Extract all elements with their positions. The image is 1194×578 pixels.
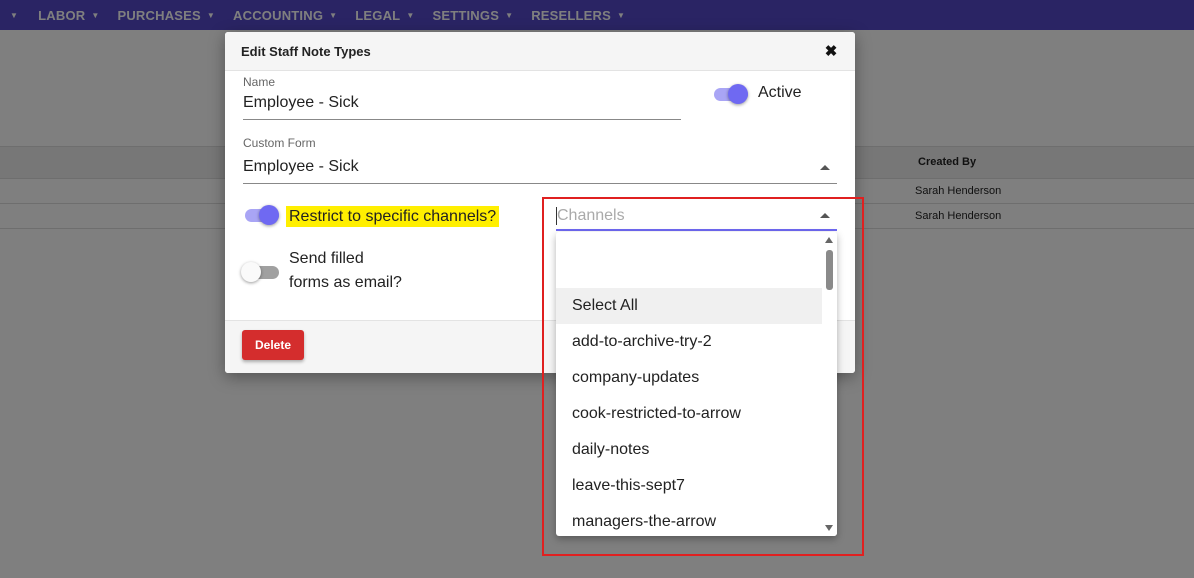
restrict-channels-label-text: Restrict to specific channels? — [286, 206, 500, 227]
channels-select[interactable]: Channels — [556, 200, 837, 231]
active-label: Active — [758, 84, 802, 101]
restrict-channels-label: Restrict to specific channels? — [286, 206, 500, 227]
send-email-label-line1: Send filled — [289, 250, 364, 267]
toggle-thumb — [241, 262, 261, 282]
dropdown-search-area[interactable] — [556, 232, 837, 288]
dropdown-option[interactable]: cook-restricted-to-arrow — [556, 396, 822, 432]
dropdown-option[interactable]: company-updates — [556, 360, 822, 396]
custom-form-label: Custom Form — [243, 136, 316, 150]
scroll-down-arrow-icon[interactable] — [825, 525, 833, 531]
custom-form-underline — [243, 183, 837, 184]
scroll-up-arrow-icon[interactable] — [825, 237, 833, 243]
channels-dropdown: Select All add-to-archive-try-2 company-… — [556, 232, 837, 536]
dropdown-option[interactable]: daily-notes — [556, 432, 822, 468]
custom-form-select[interactable]: Employee - Sick — [243, 158, 359, 176]
toggle-thumb — [728, 84, 748, 104]
chevron-up-icon[interactable] — [820, 213, 830, 218]
send-email-label-line2: forms as email? — [289, 274, 402, 291]
send-email-toggle[interactable] — [241, 261, 279, 283]
delete-button[interactable]: Delete — [242, 330, 304, 360]
name-label: Name — [243, 75, 276, 89]
modal-title: Edit Staff Note Types — [241, 43, 371, 59]
dropdown-option[interactable]: add-to-archive-try-2 — [556, 324, 822, 360]
dropdown-option[interactable]: managers-the-arrow — [556, 504, 822, 536]
dropdown-scrollbar[interactable] — [822, 232, 837, 536]
dropdown-option-select-all[interactable]: Select All — [556, 288, 822, 324]
chevron-up-icon[interactable] — [820, 165, 830, 170]
restrict-channels-toggle[interactable] — [243, 204, 279, 226]
close-icon[interactable]: ✖ — [823, 42, 839, 60]
active-toggle[interactable] — [712, 83, 748, 105]
name-field-underline — [243, 119, 681, 120]
toggle-thumb — [259, 205, 279, 225]
channels-placeholder: Channels — [557, 207, 625, 224]
modal-header: Edit Staff Note Types ✖ — [225, 32, 855, 71]
scrollbar-thumb[interactable] — [826, 250, 833, 290]
dropdown-option[interactable]: leave-this-sept7 — [556, 468, 822, 504]
name-field[interactable]: Employee - Sick — [243, 94, 359, 112]
